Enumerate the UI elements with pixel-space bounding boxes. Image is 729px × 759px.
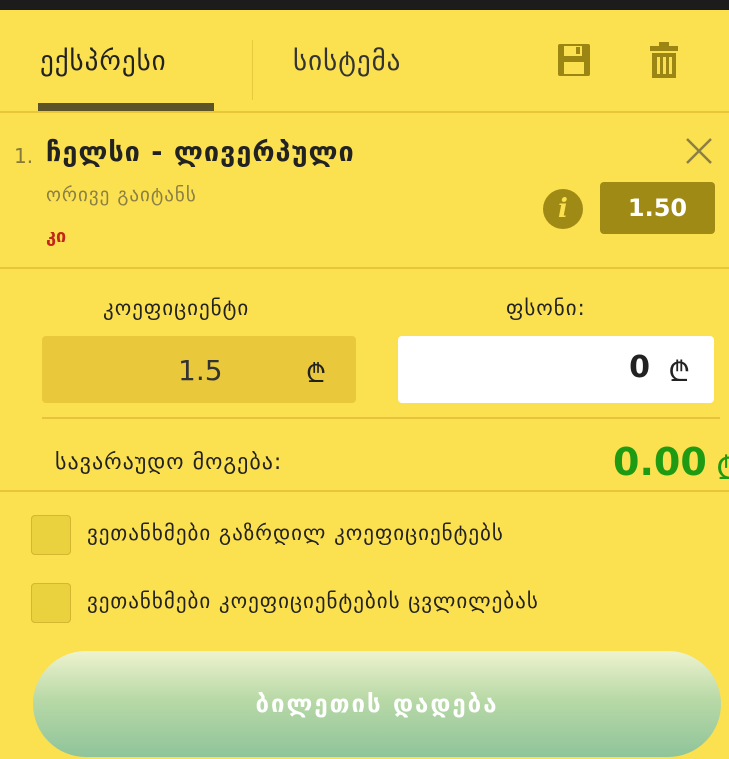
place-bet-button[interactable]: ბილეთის დადება xyxy=(33,651,721,757)
close-icon xyxy=(686,138,712,164)
bet-pick: კი xyxy=(46,226,67,247)
trash-icon xyxy=(650,42,678,78)
floppy-disk-icon xyxy=(558,44,590,76)
delete-all-button[interactable] xyxy=(644,40,684,80)
divider xyxy=(0,267,729,269)
potential-win-value: 0.00 xyxy=(613,440,707,484)
divider xyxy=(0,111,729,113)
odds-label: კოეფიციენტი xyxy=(103,296,250,320)
accept-odds-changes-label[interactable]: ვეთანხმები კოეფიციენტების ცვლილებას xyxy=(87,589,539,613)
save-button[interactable] xyxy=(554,40,594,80)
stake-label: ფსონი: xyxy=(506,296,586,320)
bet-match-title: ჩელსი - ლივერპული xyxy=(46,137,355,168)
accept-odds-changes-checkbox[interactable] xyxy=(31,583,71,623)
tab-divider xyxy=(252,40,253,100)
tab-express[interactable]: ექსპრესი xyxy=(40,46,167,77)
potential-win-label: სავარაუდო მოგება: xyxy=(55,450,283,475)
accept-increased-odds-label[interactable]: ვეთანხმები გაზრდილ კოეფიციენტებს xyxy=(87,521,504,545)
divider xyxy=(42,417,720,419)
remove-bet-button[interactable] xyxy=(684,136,714,166)
active-tab-indicator xyxy=(38,103,214,111)
odds-value: 1.5 xyxy=(178,354,223,387)
odds-badge: 1.50 xyxy=(600,182,715,234)
place-bet-label: ბილეთის დადება xyxy=(255,690,499,718)
bet-market: ორივე გაიტანს xyxy=(46,184,197,206)
stake-input[interactable]: 0 ₾ xyxy=(398,336,714,403)
lari-icon: ₾ xyxy=(668,355,690,388)
stake-value: 0 xyxy=(629,350,650,385)
divider xyxy=(0,490,729,492)
info-icon[interactable]: i xyxy=(543,189,583,229)
status-bar xyxy=(0,0,729,10)
bet-index: 1. xyxy=(14,144,34,168)
lari-icon: ₾ xyxy=(306,359,327,389)
accept-increased-odds-checkbox[interactable] xyxy=(31,515,71,555)
betslip-tabs: ექსპრესი სისტემა xyxy=(0,10,729,111)
tab-system[interactable]: სისტემა xyxy=(293,46,401,77)
odds-field: 1.5 ₾ xyxy=(42,336,356,403)
lari-icon: ₾ xyxy=(716,449,729,487)
